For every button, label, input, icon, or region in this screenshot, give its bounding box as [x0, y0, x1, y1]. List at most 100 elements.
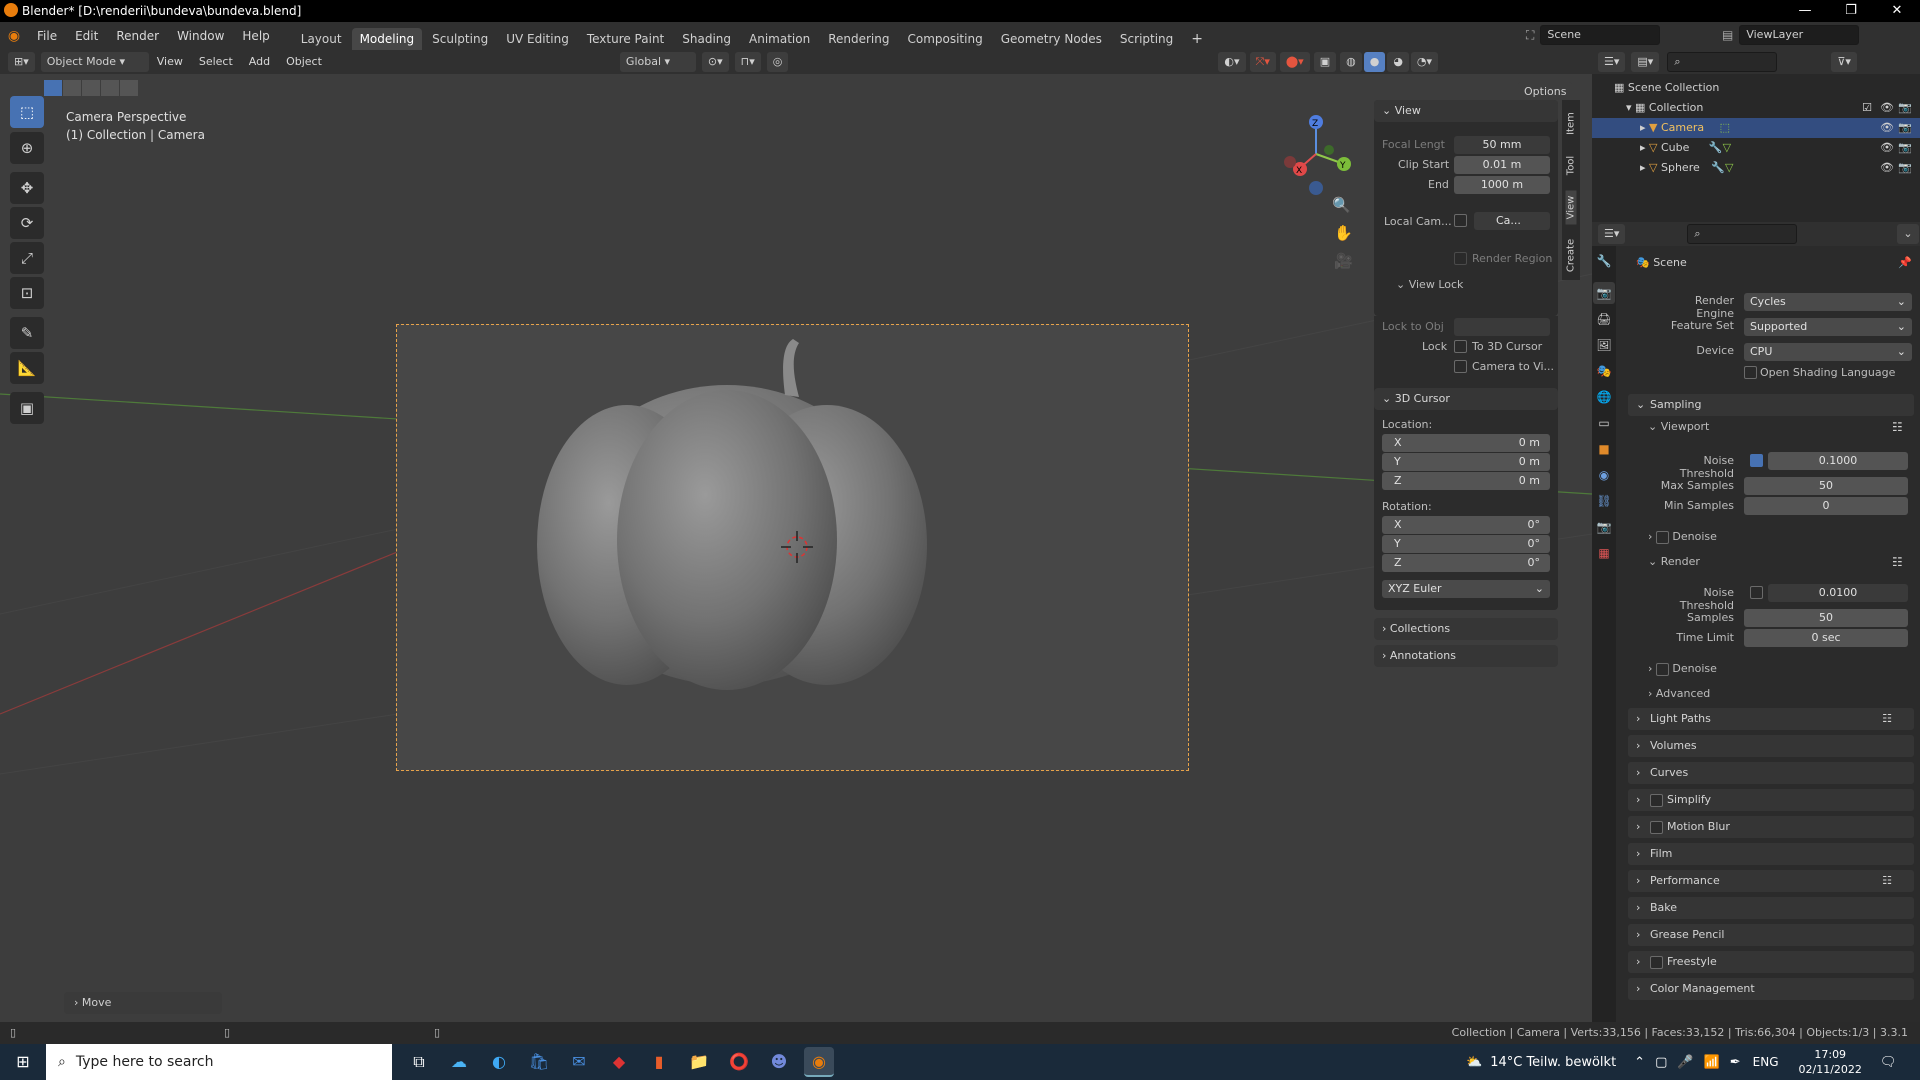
color-management-section[interactable]: › Color Management — [1628, 978, 1914, 1000]
viewlayer-field[interactable]: ViewLayer — [1739, 25, 1860, 45]
sphere-eye-icon[interactable]: 👁 — [1880, 158, 1894, 178]
light-paths-section[interactable]: › Light Paths ☷ — [1628, 708, 1914, 730]
zoom-icon[interactable]: 🔍 — [1332, 196, 1351, 214]
onedrive-icon[interactable]: ☁ — [444, 1047, 474, 1077]
sampling-section[interactable]: ⌄ Sampling — [1628, 394, 1914, 416]
edge-icon[interactable]: ◐ — [484, 1047, 514, 1077]
view-layer-tab-icon[interactable]: 🖼 — [1593, 334, 1615, 356]
camera-render-icon[interactable]: 📷 — [1898, 118, 1912, 138]
rotate-tool-icon[interactable]: ⟳ — [10, 207, 44, 239]
add-workspace-icon[interactable]: + — [1183, 28, 1211, 50]
render-tab-icon[interactable]: 📷 — [1593, 282, 1615, 304]
collection-camera-icon[interactable]: 📷 — [1898, 98, 1912, 118]
measure-tool-icon[interactable]: 📐 — [10, 352, 44, 384]
rotation-mode-dropdown[interactable]: XYZ Euler ⌄ — [1382, 580, 1550, 598]
gizmo-icon[interactable]: ⤧▾ — [1249, 52, 1276, 72]
3d-viewport[interactable]: Camera Perspective (1) Collection | Came… — [0, 74, 1592, 1022]
pan-hand-icon[interactable]: ✋ — [1334, 224, 1353, 242]
tray-chevron-icon[interactable]: ⌃ — [1634, 1055, 1645, 1070]
outliner-item-sphere[interactable]: ▸ ▽ Sphere 🔧▽ 👁 📷 — [1592, 158, 1920, 178]
freestyle-checkbox[interactable] — [1650, 955, 1663, 969]
min-samples-field[interactable]: 0 — [1744, 497, 1908, 515]
data-tab-icon[interactable]: 📷 — [1593, 516, 1615, 538]
tab-texture-paint[interactable]: Texture Paint — [579, 28, 672, 50]
language-indicator[interactable]: ENG — [1753, 1055, 1779, 1069]
camera-view-icon[interactable]: 🎥 — [1334, 252, 1353, 270]
cursor-rot-x[interactable]: X 0° — [1382, 516, 1550, 534]
select-box-tool-icon[interactable]: ⬚ — [10, 96, 44, 128]
microphone-icon[interactable]: 🎤 — [1677, 1055, 1693, 1070]
overlay-icon[interactable]: ⬤▾ — [1279, 52, 1310, 72]
r-noise-threshold-field[interactable]: 0.0100 — [1768, 584, 1908, 602]
clip-start-field[interactable]: 0.01 m — [1454, 156, 1550, 174]
camera-to-view-checkbox[interactable] — [1454, 360, 1467, 373]
menu-view[interactable]: View — [149, 50, 191, 74]
tab-rendering[interactable]: Rendering — [820, 28, 897, 50]
properties-options-icon[interactable]: ⌄ — [1897, 224, 1919, 244]
proportional-icon[interactable]: ◎ — [766, 52, 789, 72]
cube-eye-icon[interactable]: 👁 — [1880, 138, 1894, 158]
menu-file[interactable]: File — [28, 22, 66, 50]
tab-sculpting[interactable]: Sculpting — [424, 28, 496, 50]
weather-text[interactable]: 14°C Teilw. bewölkt — [1490, 1055, 1616, 1070]
tab-tool[interactable]: Tool — [1566, 149, 1577, 183]
viewport-presets-icon[interactable]: ☷ — [1892, 420, 1903, 434]
vp-denoise-checkbox[interactable] — [1655, 530, 1669, 544]
store-icon[interactable]: 🛍 — [524, 1047, 554, 1077]
render-presets-icon[interactable]: ☷ — [1892, 555, 1903, 569]
menu-select[interactable]: Select — [191, 50, 241, 74]
max-samples-field[interactable]: 50 — [1744, 477, 1908, 495]
tool-tab-icon[interactable]: 🔧 — [1593, 250, 1615, 272]
tab-geometry-nodes[interactable]: Geometry Nodes — [993, 28, 1110, 50]
vp-noise-threshold-checkbox[interactable] — [1750, 454, 1763, 467]
outliner-editor-icon[interactable]: ☰▾ — [1598, 52, 1626, 72]
performance-section[interactable]: › Performance ☷ — [1628, 870, 1914, 892]
annotate-tool-icon[interactable]: ✎ — [10, 317, 44, 349]
grease-pencil-section[interactable]: › Grease Pencil — [1628, 924, 1914, 946]
shading-material-icon[interactable]: ◕ — [1387, 52, 1409, 72]
render-subsection[interactable]: ⌄ Render — [1648, 555, 1700, 568]
sphere-render-icon[interactable]: 📷 — [1898, 158, 1912, 178]
navigation-gizmo[interactable]: Z Y X — [1272, 112, 1362, 202]
cursor-rot-z[interactable]: Z 0° — [1382, 554, 1550, 572]
editor-type-button[interactable]: ⊞▾ — [8, 52, 35, 72]
tab-scripting[interactable]: Scripting — [1112, 28, 1181, 50]
close-button[interactable]: ✕ — [1874, 0, 1920, 22]
options-dropdown[interactable]: Options — [1518, 82, 1573, 102]
advanced-subsection[interactable]: › Advanced — [1648, 687, 1710, 700]
menu-window[interactable]: Window — [168, 22, 233, 50]
shading-solid-icon[interactable]: ● — [1363, 52, 1386, 72]
tab-item[interactable]: Item — [1566, 107, 1577, 141]
bake-section[interactable]: › Bake — [1628, 897, 1914, 919]
r-denoise-subsection[interactable]: › Denoise — [1648, 662, 1717, 676]
volumes-section[interactable]: › Volumes — [1628, 735, 1914, 757]
world-tab-icon[interactable]: 🌐 — [1593, 386, 1615, 408]
view-panel-header[interactable]: ⌄ View — [1374, 100, 1558, 122]
properties-search-input[interactable]: ⌕ — [1687, 224, 1798, 244]
blender-taskbar-icon[interactable]: ◉ — [804, 1047, 834, 1077]
menu-add[interactable]: Add — [241, 50, 278, 74]
cursor-panel-header[interactable]: ⌄ 3D Cursor — [1374, 388, 1558, 410]
simplify-section[interactable]: › Simplify — [1628, 789, 1914, 811]
file-explorer-icon[interactable]: 📁 — [684, 1047, 714, 1077]
minimize-button[interactable]: — — [1782, 0, 1828, 22]
render-engine-dropdown[interactable]: Cycles ⌄ — [1744, 293, 1912, 311]
menu-render[interactable]: Render — [107, 22, 168, 50]
weather-icon[interactable]: ⛅ — [1466, 1055, 1482, 1070]
display-mode-icon[interactable]: ▤▾ — [1631, 52, 1660, 72]
tab-layout[interactable]: Layout — [293, 28, 350, 50]
outliner-scene-collection[interactable]: ▦ Scene Collection — [1592, 78, 1920, 98]
scene-selector[interactable]: ⛶ Scene — [1526, 25, 1661, 45]
pen-icon[interactable]: ✒ — [1730, 1055, 1741, 1070]
network-icon[interactable]: 📶 — [1704, 1055, 1720, 1070]
collections-panel-header[interactable]: › Collections — [1374, 618, 1558, 640]
notifications-icon[interactable]: 🗨 — [1880, 1055, 1897, 1070]
outliner-search-input[interactable]: ⌕ — [1667, 52, 1778, 72]
vp-denoise-subsection[interactable]: › Denoise — [1648, 530, 1717, 544]
outliner-collection[interactable]: ▾ ▦ Collection ☑ 👁 📷 — [1592, 98, 1920, 118]
r-noise-threshold-checkbox[interactable] — [1750, 586, 1763, 599]
time-limit-field[interactable]: 0 sec — [1744, 629, 1908, 647]
opera-icon[interactable]: ⭕ — [724, 1047, 754, 1077]
scene-tab-icon[interactable]: 🎭 — [1593, 360, 1615, 382]
clock[interactable]: 17:09 02/11/2022 — [1799, 1047, 1862, 1077]
